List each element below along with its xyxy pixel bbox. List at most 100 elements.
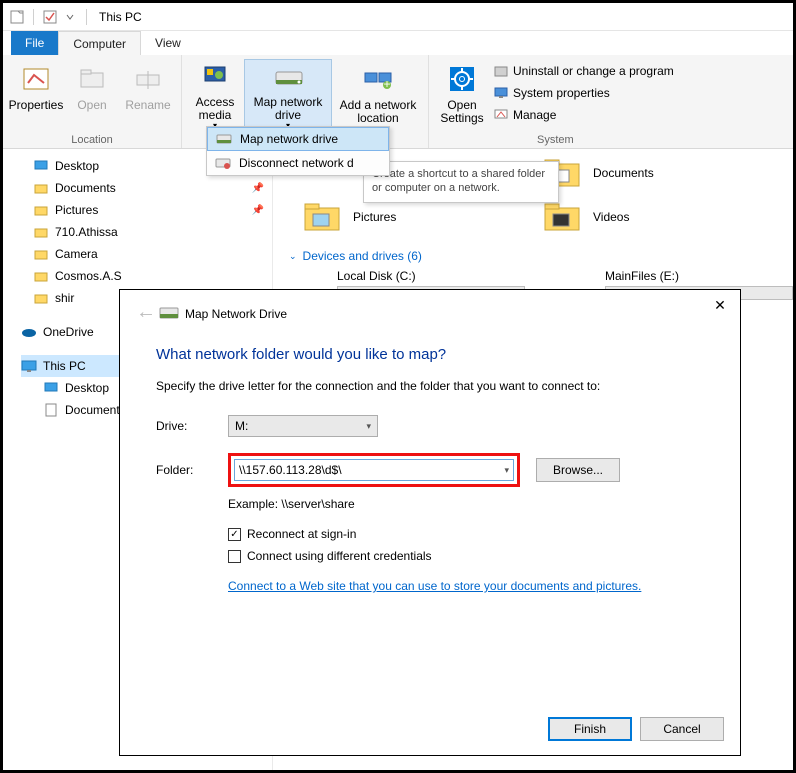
drive-label: Local Disk (C:) (337, 269, 525, 286)
chevron-down-icon: ▾ (366, 421, 371, 432)
devices-header[interactable]: ⌄ Devices and drives (6) (273, 239, 793, 269)
system-properties-button[interactable]: System properties (491, 83, 676, 103)
map-network-drive-label: Map network drive (247, 96, 329, 122)
folder-highlight: ▾ (228, 453, 520, 487)
tree-camera[interactable]: Camera (21, 243, 272, 265)
desktop-icon (33, 158, 49, 174)
drive-icon (216, 131, 232, 147)
folder-icon (33, 246, 49, 262)
example-text: Example: \\server\share (228, 497, 704, 511)
link-text: Connect to a Web site that you can use t… (228, 579, 638, 593)
dialog-title: Map Network Drive (185, 307, 287, 321)
window-title: This PC (99, 10, 142, 24)
folder-label: Folder: (156, 463, 228, 477)
tab-view[interactable]: View (141, 31, 195, 55)
folder-combobox[interactable]: ▾ (234, 459, 514, 481)
add-network-location-label: Add a network location (336, 99, 420, 125)
checkbox-checked-icon[interactable] (42, 9, 58, 25)
dropdown-item-map[interactable]: Map network drive (207, 127, 389, 151)
folder-icon (33, 290, 49, 306)
tree-label: Desktop (65, 381, 109, 395)
documents-icon (43, 402, 59, 418)
add-network-location-button[interactable]: + Add a network location (334, 59, 422, 131)
folder-icon (33, 268, 49, 284)
drive-label: Drive: (156, 419, 228, 433)
finish-button[interactable]: Finish (548, 717, 632, 741)
dropdown-item-disconnect[interactable]: Disconnect network d (207, 151, 389, 175)
tree-label: shir (55, 291, 74, 305)
ribbon-group-location: Properties Open Rename Location (3, 55, 182, 148)
tree-cosmos[interactable]: Cosmos.A.S (21, 265, 272, 287)
file-icon (9, 9, 25, 25)
tree-label: Cosmos.A.S (55, 269, 122, 283)
tree-label: This PC (43, 359, 86, 373)
cancel-button[interactable]: Cancel (640, 717, 724, 741)
map-network-drive-button[interactable]: Map network drive▾ (244, 59, 332, 131)
folder-large-icon (303, 198, 341, 236)
folder-label: Pictures (353, 210, 396, 224)
dropdown-icon[interactable] (62, 9, 78, 25)
map-drive-dropdown: Map network drive Disconnect network d (206, 126, 390, 176)
properties-label: Properties (9, 99, 64, 112)
access-media-button[interactable]: Access media▾ (188, 59, 242, 131)
folder-label: Documents (593, 166, 654, 180)
browse-button[interactable]: Browse... (536, 458, 620, 482)
ribbon-group-system: Open Settings Uninstall or change a prog… (429, 55, 682, 148)
credentials-checkbox[interactable]: Connect using different credentials (228, 549, 704, 563)
drive-value: M: (235, 419, 248, 433)
devices-label: Devices and drives (6) (303, 249, 422, 263)
system-properties-label: System properties (513, 86, 610, 100)
reconnect-checkbox[interactable]: ✓ Reconnect at sign-in (228, 527, 704, 541)
manage-button[interactable]: Manage (491, 105, 676, 125)
tree-label: Documents (65, 403, 126, 417)
website-link[interactable]: Connect to a Web site that you can use t… (228, 579, 641, 593)
uninstall-program-button[interactable]: Uninstall or change a program (491, 61, 676, 81)
tree-label: 710.Athissa (55, 225, 118, 239)
dropdown-map-label: Map network drive (240, 132, 338, 146)
separator (33, 9, 34, 25)
tree-label: Camera (55, 247, 98, 261)
desktop-icon (43, 380, 59, 396)
monitor-icon (21, 358, 37, 374)
titlebar: This PC (3, 3, 793, 31)
folder-icon (33, 180, 49, 196)
pin-icon: 📌 (252, 183, 264, 194)
open-settings-button[interactable]: Open Settings (435, 59, 489, 131)
tree-athissa[interactable]: 710.Athissa (21, 221, 272, 243)
pin-icon: 📌 (252, 205, 264, 216)
chevron-down-icon: ⌄ (289, 251, 297, 262)
tree-label: OneDrive (43, 325, 94, 339)
chevron-down-icon[interactable]: ▾ (504, 465, 509, 476)
settings-gear-icon (446, 63, 478, 95)
folder-label: Videos (593, 210, 629, 224)
tree-label: Documents (55, 181, 116, 195)
drive-disconnect-icon (215, 155, 231, 171)
media-icon (199, 63, 231, 92)
manage-label: Manage (513, 108, 556, 122)
rename-button[interactable]: Rename (121, 59, 175, 131)
folder-videos[interactable]: Videos (543, 195, 783, 239)
tab-file[interactable]: File (11, 31, 58, 55)
tooltip: Create a shortcut to a shared folder or … (363, 161, 559, 203)
folder-icon (33, 202, 49, 218)
manage-icon (493, 107, 509, 123)
back-icon[interactable]: ← (130, 301, 156, 327)
ribbon-tabs: File Computer View (3, 31, 793, 55)
folder-icon (33, 224, 49, 240)
onedrive-icon (21, 324, 37, 340)
properties-button[interactable]: Properties (9, 59, 63, 131)
checkbox-unchecked-icon (228, 550, 241, 563)
drive-network-icon (159, 304, 179, 324)
tab-computer[interactable]: Computer (58, 31, 141, 55)
tree-documents[interactable]: Documents 📌 (21, 177, 272, 199)
open-button[interactable]: Open (65, 59, 119, 131)
dialog-instruction: Specify the drive letter for the connect… (156, 379, 704, 393)
rename-label: Rename (125, 99, 170, 112)
drive-select[interactable]: M: ▾ (228, 415, 378, 437)
folder-input[interactable] (239, 463, 489, 477)
tree-pictures[interactable]: Pictures📌 (21, 199, 272, 221)
svg-text:+: + (383, 77, 390, 91)
reconnect-label: Reconnect at sign-in (247, 527, 356, 541)
folder-documents[interactable]: Documents (543, 151, 783, 195)
close-button[interactable]: ✕ (706, 294, 734, 316)
